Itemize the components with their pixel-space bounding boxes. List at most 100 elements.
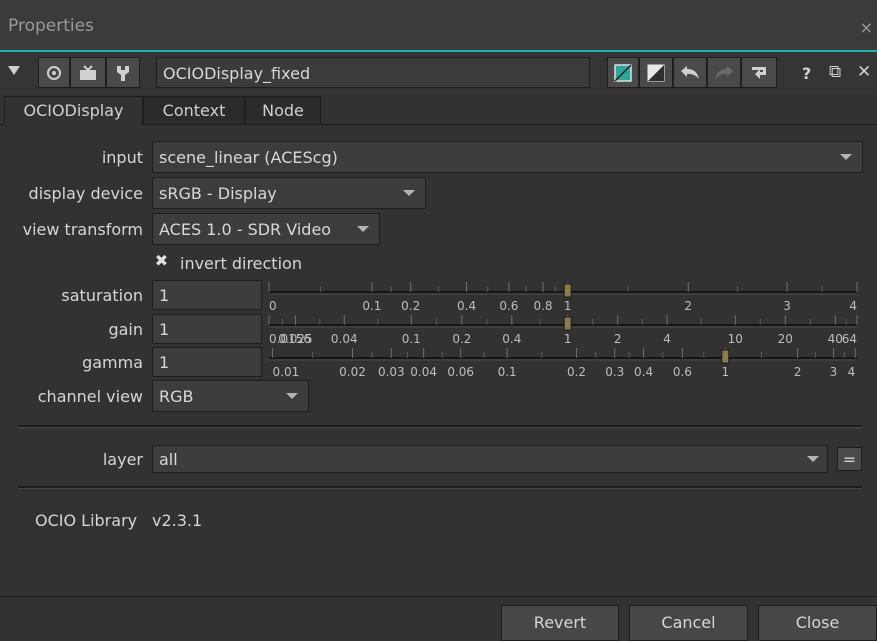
tab-node[interactable]: Node [245,96,321,124]
saturation-label: saturation [61,286,143,305]
tab-ociodisplay[interactable]: OCIODisplay [4,96,143,125]
display-device-label: display device [28,184,143,203]
gain-slider[interactable]: 0.01560.025 0.04 0.1 0.2 0.4 1 2 4 10 20 4064 [264,313,864,347]
revert-knobs-button[interactable] [741,57,777,88]
slider-tick-label: 0.02 [339,365,366,379]
collapse-toggle[interactable] [8,66,20,75]
layer-value: all [159,449,178,469]
undo-icon [681,65,699,79]
slider-tick-label: 3 [830,365,838,379]
node-color-button[interactable] [607,57,639,88]
tab-context[interactable]: Context [143,96,245,124]
close-node-icon[interactable]: ✕ [857,62,871,82]
viewer-circle-icon [47,65,61,80]
display-device-dropdown[interactable]: sRGB - Display [152,177,426,209]
channel-view-dropdown[interactable]: RGB [152,380,309,412]
reset-icon [752,66,766,79]
saturation-slider[interactable]: 0 0.1 0.2 0.4 0.6 0.8 1 2 3 4 [264,280,864,314]
slider-handle [563,316,572,331]
slider-tick-label: 0.8 [533,299,552,313]
panel-close-icon[interactable]: × [860,18,873,37]
color-swatch-icon [614,63,632,82]
chevron-down-icon [286,393,298,399]
slider-tick-label: 0.01 [273,365,300,379]
float-panel-icon[interactable]: ⧉ [829,62,841,82]
slider-tick-label: 1 [721,365,729,379]
layer-label: layer [102,450,143,469]
slider-tick-label: 2 [684,299,692,313]
wrench-icon [117,65,129,81]
slider-tick-label: 0.1 [402,332,421,346]
slider-tick-label: 0.06 [447,365,474,379]
slider-tick-label: 10 [728,332,743,346]
slider-tick-label: 0.04 [410,365,437,379]
slider-tick-label: 0.1 [498,365,517,379]
slider-tick-label: 0.6 [499,299,518,313]
chevron-down-icon [840,154,852,160]
node-name-field[interactable]: OCIODisplay_fixed [156,57,590,88]
view-transform-label: view transform [22,220,143,239]
slider-handle [563,283,572,298]
slider-tick-label: 4 [663,332,671,346]
gamma-input[interactable]: 1 [152,347,262,377]
split-swatch-icon [647,64,665,81]
gl-color-button[interactable] [639,57,673,88]
slider-tick-label: 0.4 [457,299,476,313]
undo-button[interactable] [673,57,707,88]
slider-tick-label: 0.4 [502,332,521,346]
slider-tick-label: 0.2 [452,332,471,346]
help-icon[interactable]: ? [802,64,811,83]
panel-title: Properties [8,16,94,36]
slider-tick-label: 0.4 [634,365,653,379]
slider-tick-label: 3 [783,299,791,313]
ocio-library-version: v2.3.1 [152,511,203,530]
input-dropdown[interactable]: scene_linear (ACEScg) [152,141,863,173]
tv-icon [80,64,96,80]
channel-view-label: channel view [37,387,143,406]
footer-divider [0,596,877,597]
channel-view-value: RGB [159,386,194,406]
slider-tick-label: 0.1 [362,299,381,313]
node-settings-button[interactable] [106,57,140,88]
section-divider [18,486,862,489]
layer-dropdown[interactable]: all [152,445,828,473]
layer-link-button[interactable]: = [837,447,862,471]
slider-tick-label: 2 [794,365,802,379]
input-label: input [101,148,143,167]
slider-handle [721,349,730,364]
slider-tick-label: 0.2 [401,299,420,313]
slider-tick-label: 0.6 [673,365,692,379]
saturation-input[interactable]: 1 [152,280,262,310]
slider-tick-label: 0.025 [278,332,312,346]
gain-input[interactable]: 1 [152,314,262,344]
panel-titlebar [0,0,877,51]
slider-tick-label: 0.3 [605,365,624,379]
slider-tick-label: 0.04 [331,332,358,346]
viewer-button[interactable] [38,57,70,88]
slider-tick-label: 20 [778,332,793,346]
slider-tick-label: 1 [564,299,572,313]
view-transform-dropdown[interactable]: ACES 1.0 - SDR Video [152,213,380,245]
slider-tick-label: 40 [828,332,843,346]
slider-tick-label: 0.2 [567,365,586,379]
display-device-value: sRGB - Display [159,183,277,203]
input-value: scene_linear (ACEScg) [159,147,338,167]
section-divider [18,425,862,428]
chevron-down-icon [403,190,415,196]
slider-tick-label: 1 [564,332,572,346]
ocio-library-label: OCIO Library [35,511,138,530]
chevron-down-icon [807,456,819,462]
redo-icon [715,65,733,79]
slider-tick-label: 64 [842,332,857,346]
invert-direction-checkbox[interactable]: ✖ [152,251,171,270]
node-graph-button[interactable] [70,57,106,88]
redo-button[interactable] [707,57,741,88]
gain-label: gain [108,320,143,339]
view-transform-value: ACES 1.0 - SDR Video [159,219,332,239]
slider-tick-label: 0 [269,299,277,313]
gamma-label: gamma [82,353,143,372]
invert-direction-label: invert direction [180,254,302,273]
slider-tick-label: 0.03 [378,365,405,379]
gamma-slider[interactable]: 0.01 0.02 0.03 0.04 0.06 0.1 0.2 0.3 0.4 0.6 1 2 3 4 [264,346,864,380]
chevron-down-icon [357,226,369,232]
